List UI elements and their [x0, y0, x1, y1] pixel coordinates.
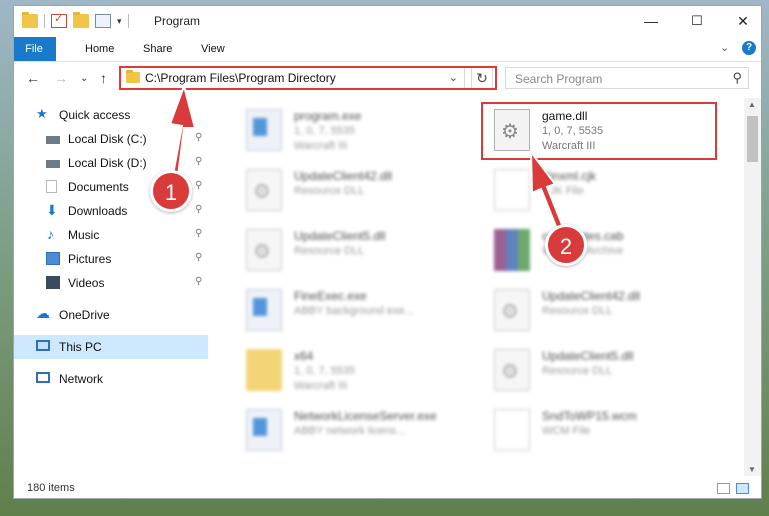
callout-step-1: 1 — [150, 170, 192, 212]
arrow-2 — [529, 148, 565, 231]
callout-step-2: 2 — [545, 224, 587, 266]
annotation-arrows — [168, 82, 565, 231]
arrow-1 — [168, 82, 197, 178]
